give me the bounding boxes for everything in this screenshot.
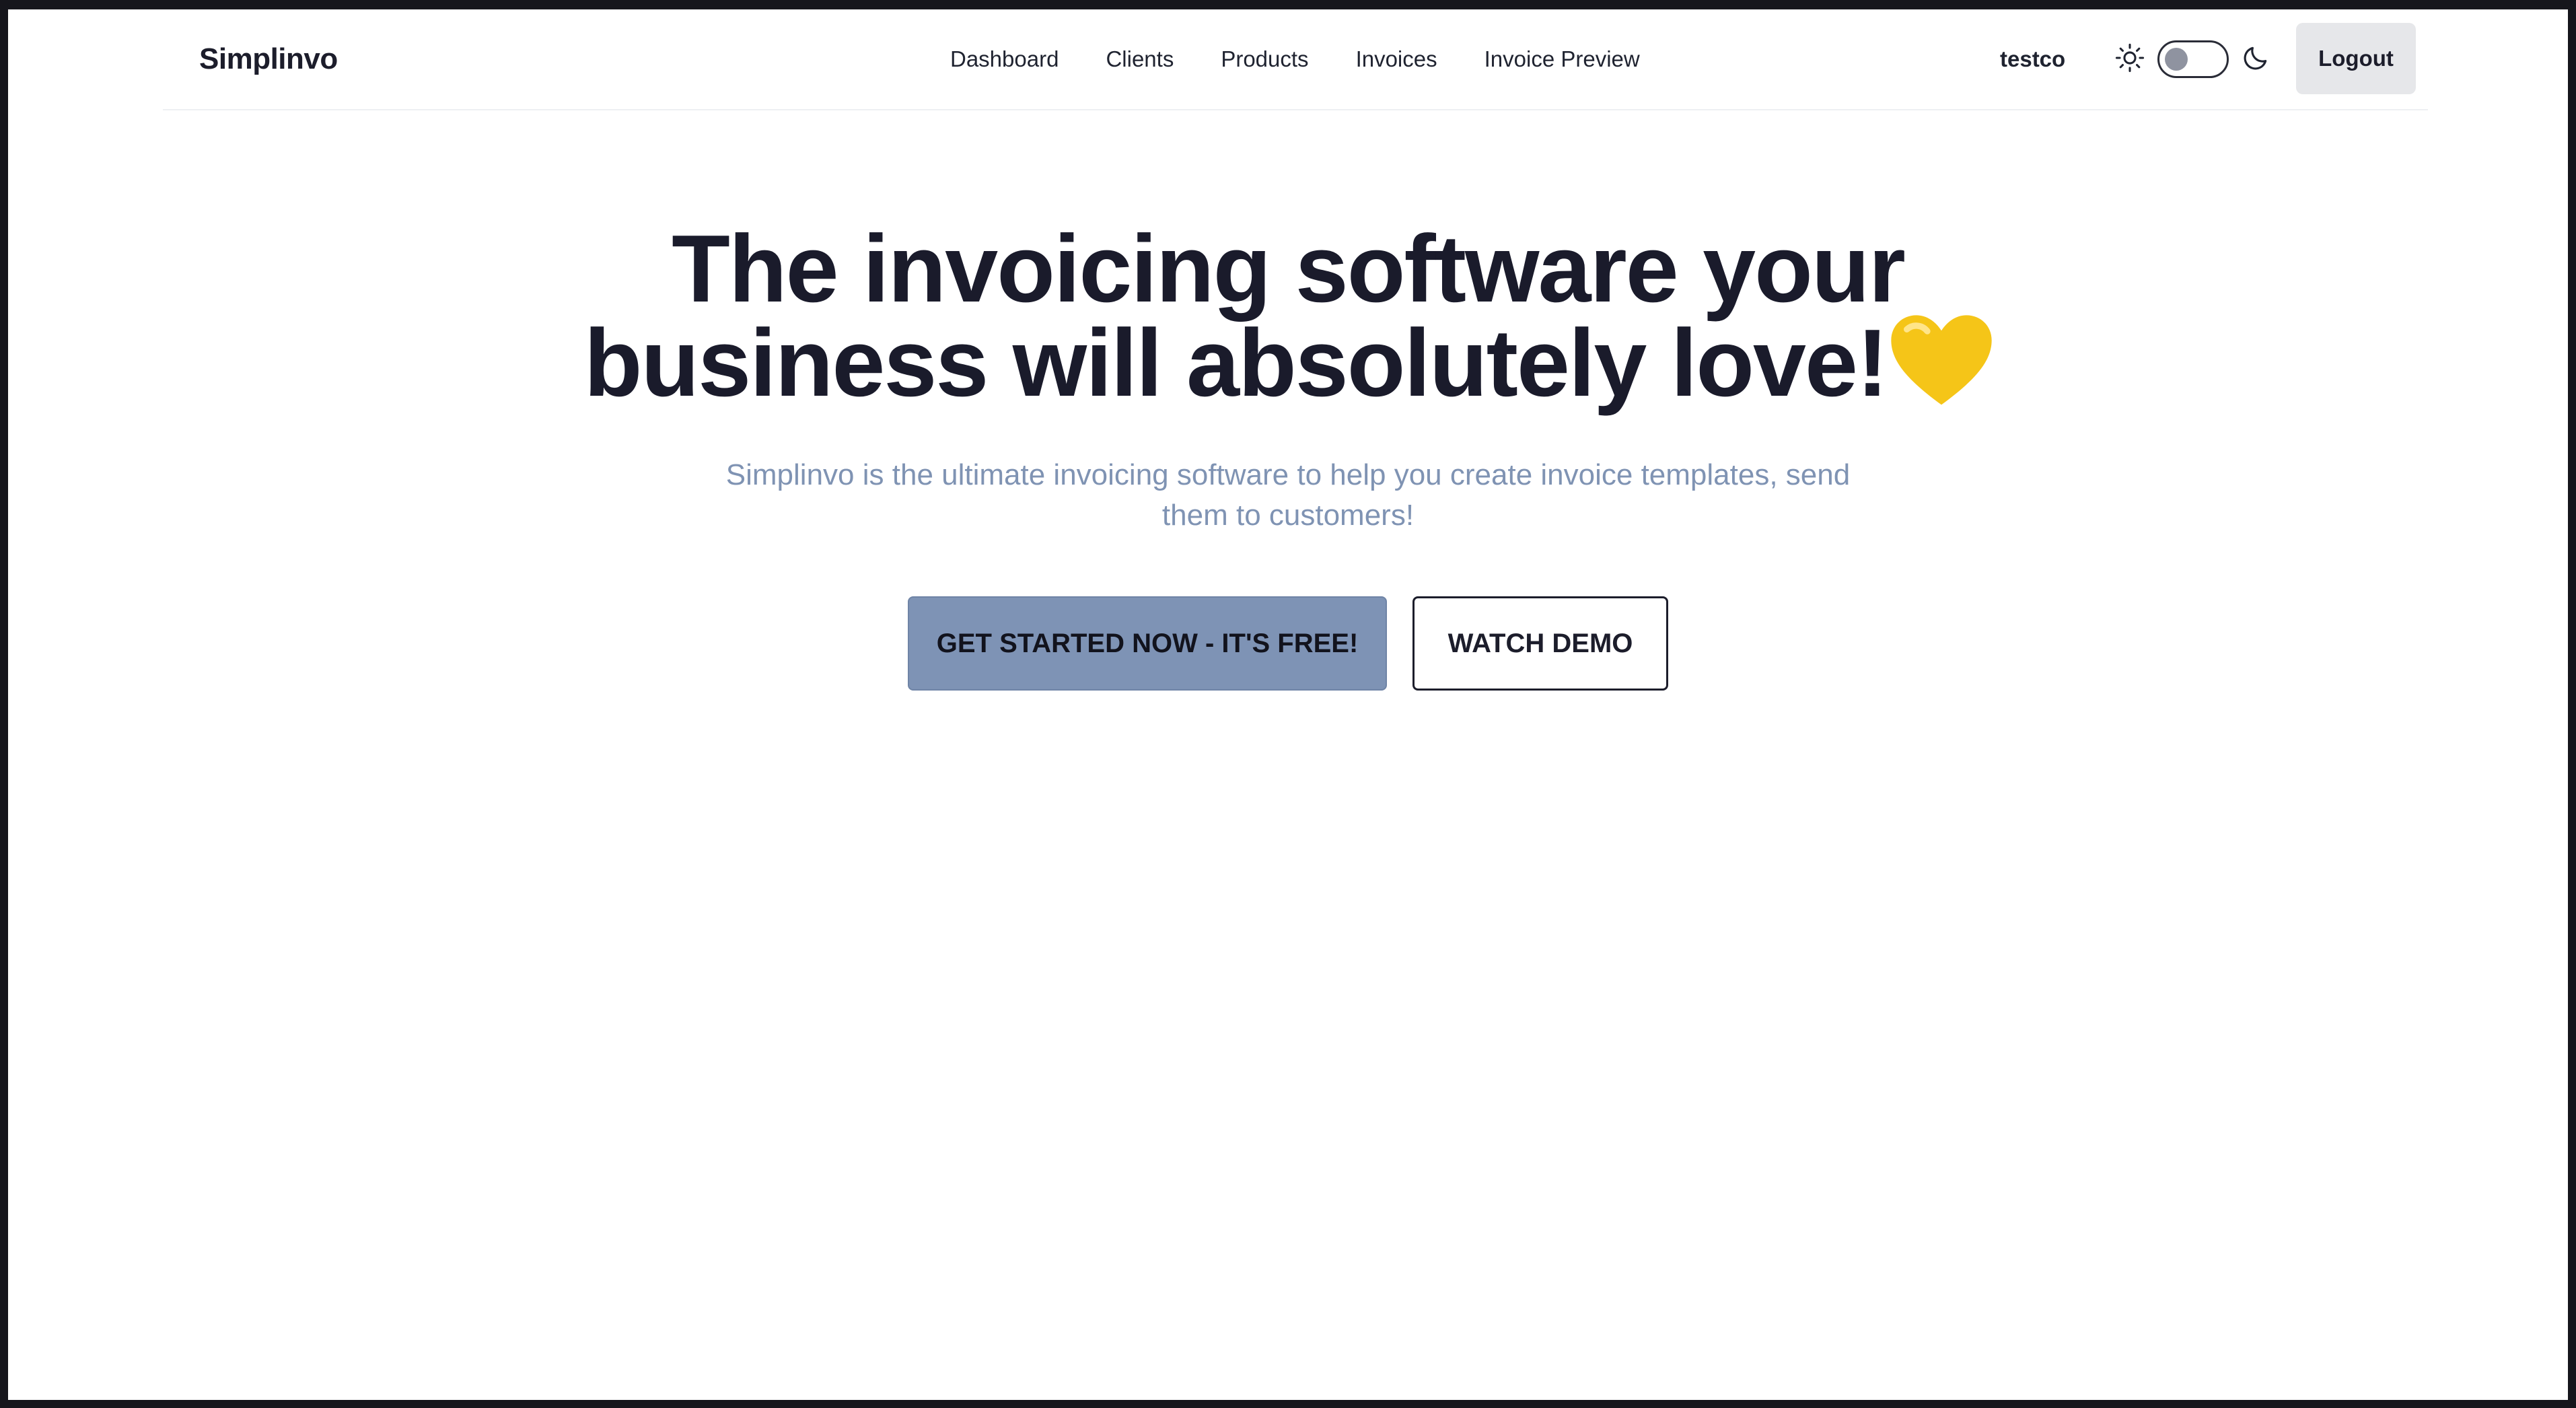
nav-link-products[interactable]: Products [1221, 46, 1308, 72]
top-navbar: Simplinvo Dashboard Clients Products Inv… [163, 9, 2428, 110]
hero-section: The invoicing software your business wil… [8, 215, 2568, 691]
moon-icon [2241, 43, 2270, 76]
get-started-button[interactable]: GET STARTED NOW - IT'S FREE! [908, 596, 1387, 691]
theme-toggle-switch[interactable] [2157, 40, 2229, 78]
hero-title: The invoicing software your business wil… [8, 215, 2568, 420]
nav-link-invoice-preview[interactable]: Invoice Preview [1484, 46, 1640, 72]
hero-title-line-2-text: business will absolutely love! [583, 310, 1888, 417]
browser-viewport: Simplinvo Dashboard Clients Products Inv… [8, 9, 2568, 1400]
logout-button[interactable]: Logout [2296, 23, 2416, 94]
nav-link-invoices[interactable]: Invoices [1356, 46, 1437, 72]
watch-demo-button[interactable]: WATCH DEMO [1412, 596, 1668, 691]
current-user-name: testco [2000, 46, 2066, 71]
hero-subtitle: Simplinvo is the ultimate invoicing soft… [725, 458, 1851, 532]
toggle-knob [2165, 48, 2188, 71]
brand-logo[interactable]: Simplinvo [199, 42, 338, 76]
yellow-heart-icon [1891, 314, 1992, 420]
theme-switcher [2114, 40, 2270, 78]
main-nav: Dashboard Clients Products Invoices Invo… [950, 46, 1640, 72]
nav-link-dashboard[interactable]: Dashboard [950, 46, 1059, 72]
hero-title-line-2: business will absolutely love! [8, 314, 2568, 420]
hero-title-line-1: The invoicing software your [672, 215, 1906, 322]
sun-icon [2114, 42, 2145, 77]
cta-row: GET STARTED NOW - IT'S FREE! WATCH DEMO [8, 596, 2568, 691]
nav-link-clients[interactable]: Clients [1106, 46, 1174, 72]
